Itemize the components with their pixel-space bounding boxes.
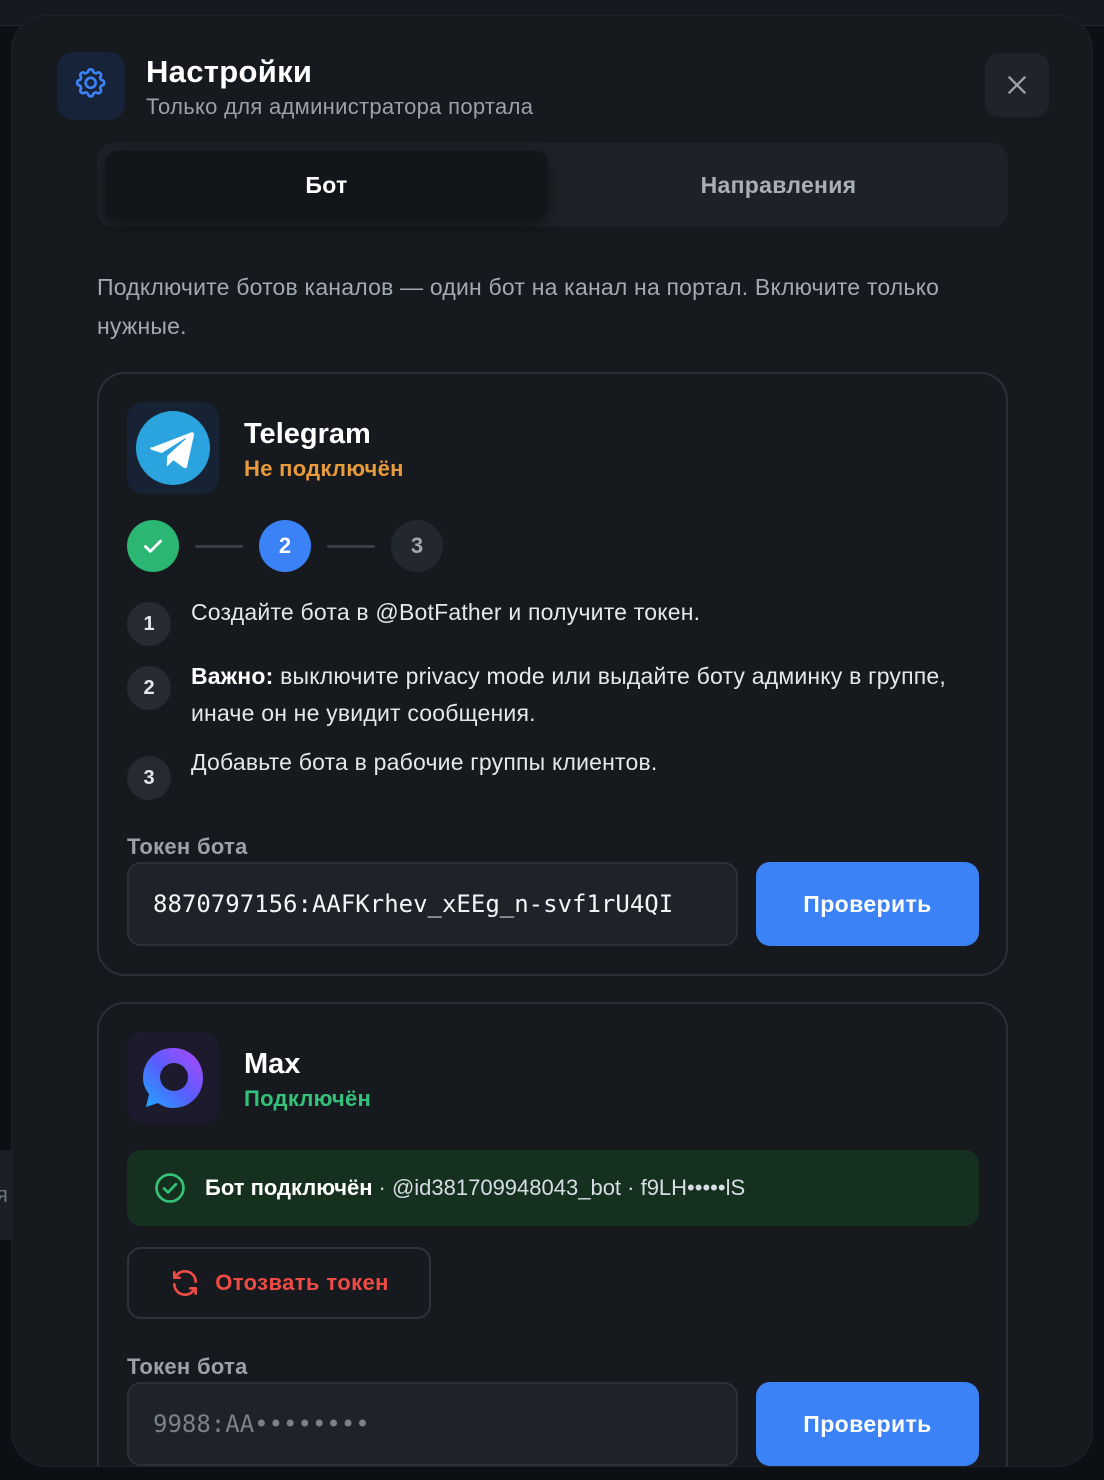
step-2-current: 2 [259,520,311,572]
revoke-label: Отозвать токен [215,1270,389,1295]
instruction-number: 1 [127,602,171,646]
max-status: Подключён [244,1086,372,1111]
check-circle-icon [153,1171,187,1205]
token-label: Токен бота [127,834,248,859]
close-button[interactable] [985,53,1049,117]
instruction-bold: Важно: [191,663,274,689]
telegram-token-input[interactable] [127,862,738,946]
instruction-rest: выключите privacy mode или выдайте боту … [191,663,947,726]
modal-subtitle: Только для администратора портала [146,94,534,119]
telegram-icon [127,402,219,494]
instruction-item: 1 Создайте бота в @BotFather и получите … [127,599,977,648]
step-1-done [127,520,179,572]
check-icon [144,539,162,553]
instruction-number: 3 [127,756,171,800]
tab-directions[interactable]: Направления [557,151,1000,219]
refresh-icon [173,1269,198,1297]
intro-text: Подключите ботов каналов — один бот на к… [97,274,940,339]
instruction-text: Создайте бота в @BotFather и получите то… [191,599,701,625]
connected-details: · @id381709948043_bot · f9LH•••••lS [378,1175,746,1200]
instruction-item: 2 Важно: выключите privacy mode или выда… [127,663,977,744]
settings-modal: Настройки Только для администратора порт… [12,16,1092,1466]
telegram-check-button[interactable]: Проверить [756,862,979,946]
tab-bar: Бот Направления [97,143,1008,227]
instruction-number: 2 [127,666,171,710]
connected-label: Бот подключён [205,1175,373,1200]
max-name: Max [244,1048,301,1080]
step-3-pending: 3 [391,520,443,572]
modal-title: Настройки [146,54,313,89]
instruction-text: Важно: выключите privacy mode или выдайт… [191,658,977,732]
step-connector [327,545,375,548]
connected-banner: Бот подключён · @id381709948043_bot · f9… [127,1150,979,1226]
telegram-card: Telegram Не подключён 2 3 1 Создайте бот… [97,372,1008,976]
telegram-status: Не подключён [244,456,404,481]
step-connector [195,545,243,548]
token-label: Токен бота [127,1354,248,1379]
tab-bot[interactable]: Бот [105,151,548,219]
instruction-text: Добавьте бота в рабочие группы клиентов. [191,749,658,775]
telegram-name: Telegram [244,418,371,450]
revoke-token-button[interactable]: Отозвать токен [127,1247,431,1319]
gear-icon [57,52,125,120]
max-check-button[interactable]: Проверить [756,1382,979,1466]
max-icon [127,1032,219,1124]
instruction-item: 3 Добавьте бота в рабочие группы клиенто… [127,749,977,804]
close-icon [1008,76,1026,94]
max-card: Max Подключён Бот подключён · @id3817099… [97,1002,1008,1466]
max-token-input[interactable] [127,1382,738,1466]
